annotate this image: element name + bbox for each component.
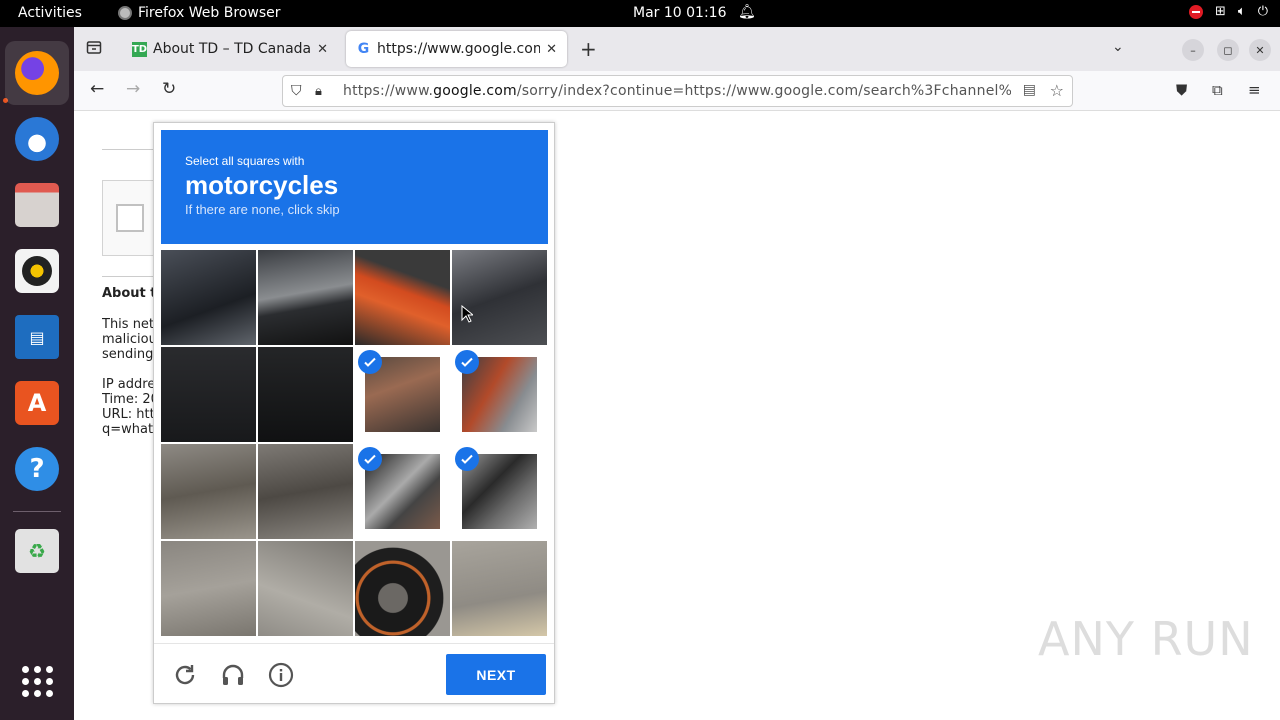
anyrun-watermark: ANY RUN [1038,612,1254,666]
menu-icon[interactable]: ≡ [1248,81,1261,99]
rhythmbox-icon [15,249,59,293]
maximize-icon[interactable]: ◻ [1217,39,1239,61]
help-icon: ? [15,447,59,491]
check-icon [358,447,382,471]
image-tile[interactable] [452,250,547,345]
apps-grid-icon [21,665,53,697]
challenge-header: Select all squares with motorcycles If t… [161,130,548,244]
next-button[interactable]: NEXT [446,654,546,695]
dock-rhythmbox[interactable] [5,239,69,303]
do-not-disturb-icon [1188,4,1203,19]
navigation-bar: ← → ↻ ⛉ 🔒︎ https://www.google.com/sorry/… [74,71,1280,111]
firefox-small-icon [118,6,132,20]
tab-td[interactable]: TD About TD – TD Canada Tr ✕ [122,31,338,67]
image-tile-selected[interactable] [452,347,547,442]
dock-writer[interactable]: ▤ [5,305,69,369]
activities-button[interactable]: Activities [18,5,82,21]
tab-google[interactable]: G https://www.google.com/ ✕ [346,31,567,67]
system-top-bar: Activities Firefox Web Browser Mar 10 01… [0,0,1280,27]
image-tile[interactable] [258,541,353,636]
recaptcha-challenge: Select all squares with motorcycles If t… [153,122,555,704]
image-grid [161,250,548,637]
image-tile[interactable] [355,250,450,345]
recaptcha-checkbox[interactable] [116,204,144,232]
tab-google-label: https://www.google.com/ [377,41,541,57]
list-all-tabs-icon[interactable]: ⌄ [1112,39,1124,55]
url-bar[interactable]: ⛉ 🔒︎ https://www.google.com/sorry/index?… [282,75,1073,107]
image-tile[interactable] [161,347,256,442]
clock[interactable]: Mar 10 01:16 [633,5,726,21]
image-tile[interactable] [161,444,256,539]
image-tile-selected[interactable] [355,444,450,539]
firefox-icon [15,51,59,95]
image-tile[interactable] [258,347,353,442]
writer-icon: ▤ [15,315,59,359]
software-center-icon: A [15,381,59,425]
app-menu[interactable]: Firefox Web Browser [118,5,281,21]
lock-icon[interactable]: 🔒︎ [315,84,333,99]
close-window-icon[interactable]: ✕ [1249,39,1271,61]
target-object: motorcycles [185,170,339,200]
close-tab-icon[interactable]: ✕ [546,42,557,57]
files-icon [15,183,59,227]
dock-trash[interactable]: ♻ [5,519,69,583]
dock-help[interactable]: ? [5,437,69,501]
trash-icon: ♻ [15,529,59,573]
dock-separator [13,511,61,512]
volume-icon: 🔈︎ [1237,4,1246,19]
td-icon: TD [131,41,148,57]
skip-hint: If there are none, click skip [185,202,340,217]
image-tile[interactable] [258,250,353,345]
power-icon: ⏻ [1257,4,1268,19]
network-icon: ⊞ [1214,4,1226,19]
mouse-cursor-icon [461,305,473,323]
url-text[interactable]: https://www.google.com/sorry/index?conti… [343,83,1011,99]
pocket-icon[interactable]: ⛊ [1176,81,1187,99]
firefox-view-icon[interactable] [86,39,102,55]
google-icon: G [357,41,370,57]
dock-files[interactable] [5,173,69,237]
image-tile[interactable] [258,444,353,539]
app-name-label: Firefox Web Browser [138,5,281,21]
dock-thunderbird[interactable] [5,107,69,171]
close-tab-icon[interactable]: ✕ [317,42,328,57]
notification-bell-icon[interactable]: 🔔︎ [738,4,756,20]
system-tray[interactable]: ⊞ 🔈︎ ⏻ [1188,4,1268,19]
reader-view-icon[interactable]: ▤ [1023,82,1036,98]
challenge-footer: NEXT [154,643,554,703]
new-tab-icon[interactable]: + [580,37,597,61]
reload-challenge-icon[interactable] [172,662,198,688]
tab-td-label: About TD – TD Canada Tr [153,41,312,57]
image-tile[interactable] [161,541,256,636]
check-icon [358,350,382,374]
image-tile[interactable] [161,250,256,345]
bookmark-star-icon[interactable]: ☆ [1050,81,1064,100]
dock: ▤ A ? ♻ [0,27,74,720]
minimize-icon[interactable]: – [1182,39,1204,61]
dock-show-apps[interactable] [5,649,69,713]
info-icon[interactable] [268,662,294,688]
forward-icon[interactable]: → [126,79,140,99]
check-icon [455,447,479,471]
back-icon[interactable]: ← [90,79,104,99]
image-tile[interactable] [355,541,450,636]
reload-icon[interactable]: ↻ [162,79,176,99]
dock-software[interactable]: A [5,371,69,435]
dock-firefox[interactable] [5,41,69,105]
image-tile-selected[interactable] [452,444,547,539]
image-tile-selected[interactable] [355,347,450,442]
tab-bar: TD About TD – TD Canada Tr ✕ G https://w… [74,27,1280,71]
image-tile[interactable] [452,541,547,636]
extensions-icon[interactable]: ⧉ [1212,81,1223,99]
instruction-text: Select all squares with [185,154,305,168]
tracking-protection-icon[interactable]: ⛉ [291,83,309,99]
audio-challenge-icon[interactable] [220,662,246,688]
check-icon [455,350,479,374]
thunderbird-icon [15,117,59,161]
